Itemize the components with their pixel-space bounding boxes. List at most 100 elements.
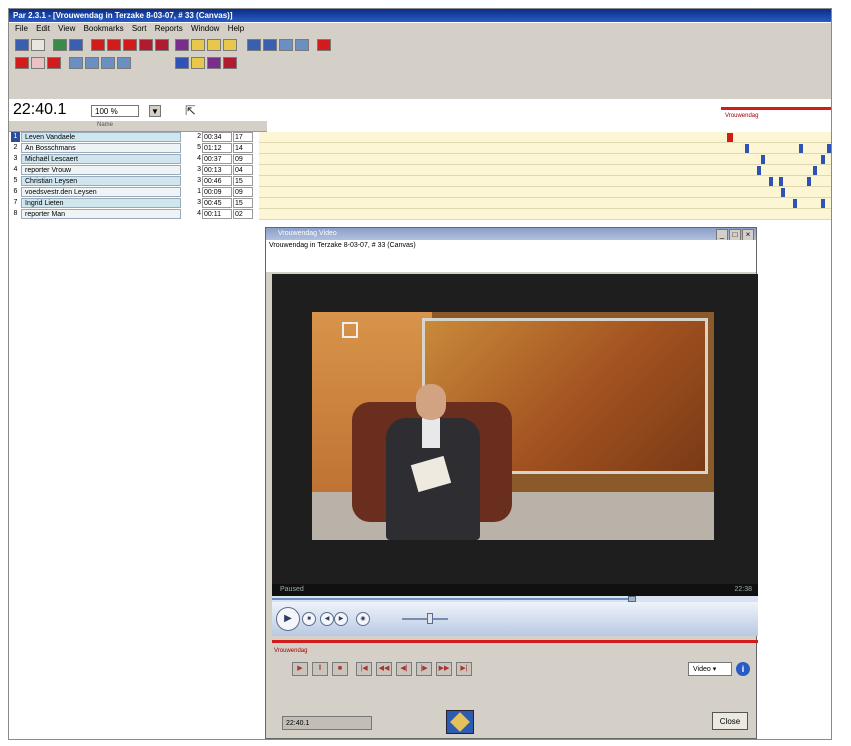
speaker-row[interactable]: 8 reporter Man 4 00:11 02 [9, 209, 831, 220]
pause-segment-icon[interactable]: ‖ [312, 662, 328, 676]
speaker-row[interactable]: 1 Leven Vandaele 2 00:34 17 [9, 132, 831, 143]
menu-sort[interactable]: Sort [132, 23, 147, 35]
record-icon[interactable] [91, 39, 105, 51]
mark-icon[interactable] [123, 39, 137, 51]
stop-segment-icon[interactable]: ■ [332, 662, 348, 676]
segment-icon[interactable] [139, 39, 153, 51]
previous-icon[interactable]: ◀ [320, 612, 334, 626]
speaker-timeline-track[interactable] [259, 209, 831, 220]
open-icon[interactable] [31, 39, 45, 51]
menu-edit[interactable]: Edit [36, 23, 50, 35]
pause-segment-icon[interactable] [31, 57, 45, 69]
zoom-dropdown-arrow[interactable]: ▼ [149, 105, 161, 117]
speaker-row[interactable]: 7 Ingrid Lieten 3 00:45 15 [9, 198, 831, 209]
speech-segment-mark[interactable] [813, 166, 817, 175]
prev-icon[interactable] [85, 57, 99, 69]
speech-segment-mark[interactable] [793, 199, 797, 208]
report-icon[interactable] [223, 57, 237, 69]
speaker-name[interactable]: reporter Man [21, 209, 181, 219]
speaker-name[interactable]: Christian Leysen [21, 176, 181, 186]
speaker-row[interactable]: 5 Christian Leysen 3 00:46 15 [9, 176, 831, 187]
speech-segment-mark[interactable] [757, 166, 761, 175]
grid-icon[interactable] [69, 39, 83, 51]
speaker-name[interactable]: reporter Vrouw [21, 165, 181, 175]
play-segment-icon[interactable]: ▶ [292, 662, 308, 676]
export-icon[interactable] [247, 39, 261, 51]
speaker-timeline-track[interactable] [259, 176, 831, 187]
speaker-row[interactable]: 3 Michaël Lescaert 4 00:37 09 [9, 154, 831, 165]
speaker-name[interactable]: An Bosschmans [21, 143, 181, 153]
speech-segment-mark[interactable] [781, 188, 785, 197]
speaker-timeline-track[interactable] [259, 132, 831, 143]
speech-segment-mark[interactable] [727, 133, 733, 142]
step-back-icon[interactable]: ◀| [396, 662, 412, 676]
speech-segment-mark[interactable] [779, 177, 783, 186]
refresh-icon[interactable] [295, 39, 309, 51]
play-segment-icon[interactable] [15, 57, 29, 69]
speaker-timeline-track[interactable] [259, 165, 831, 176]
speaker-row[interactable]: 6 voedsvestr.den Leysen 1 00:09 09 [9, 187, 831, 198]
next-icon[interactable] [101, 57, 115, 69]
stop-segment-icon[interactable] [47, 57, 61, 69]
go-start-icon[interactable]: |◀ [356, 662, 372, 676]
speaker-name[interactable]: Leven Vandaele [21, 132, 181, 142]
next-icon[interactable]: ▶ [334, 612, 348, 626]
speaker-row[interactable]: 4 reporter Vrouw 3 00:13 04 [9, 165, 831, 176]
table-icon[interactable] [207, 57, 221, 69]
close-doc-icon[interactable] [317, 39, 331, 51]
warning-icon[interactable] [191, 39, 205, 51]
stop-icon[interactable] [107, 39, 121, 51]
menu-file[interactable]: File [15, 23, 28, 35]
speaker-timeline-track[interactable] [259, 187, 831, 198]
speech-segment-mark[interactable] [807, 177, 811, 186]
menu-bookmarks[interactable]: Bookmarks [84, 23, 124, 35]
last-icon[interactable] [117, 57, 131, 69]
forward-icon[interactable] [223, 39, 237, 51]
menu-reports[interactable]: Reports [155, 23, 183, 35]
first-icon[interactable] [69, 57, 83, 69]
speaker-timeline-track[interactable] [259, 198, 831, 209]
speaker-name[interactable]: voedsvestr.den Leysen [21, 187, 181, 197]
speech-segment-mark[interactable] [745, 144, 749, 153]
volume-slider[interactable] [402, 618, 448, 620]
speech-segment-mark[interactable] [799, 144, 803, 153]
n-icon[interactable] [175, 57, 189, 69]
go-end-icon[interactable]: ▶| [456, 662, 472, 676]
view-mode-select[interactable]: Video ▾ [688, 662, 732, 676]
speech-segment-mark[interactable] [761, 155, 765, 164]
info-icon[interactable]: i [736, 662, 750, 676]
sync-icon[interactable] [279, 39, 293, 51]
speech-segment-mark[interactable] [821, 155, 825, 164]
menu-help[interactable]: Help [228, 23, 244, 35]
import-icon[interactable] [263, 39, 277, 51]
zoom-select[interactable]: 100 % [91, 105, 139, 117]
step-forward-icon[interactable]: |▶ [416, 662, 432, 676]
close-button[interactable]: Close [712, 712, 748, 730]
fast-forward-icon[interactable]: ▶▶ [436, 662, 452, 676]
menu-view[interactable]: View [58, 23, 75, 35]
save-icon[interactable] [15, 39, 29, 51]
speaker-number: 3 [11, 154, 20, 164]
speaker-timeline-track[interactable] [259, 143, 831, 154]
mute-icon[interactable]: ◉ [356, 612, 370, 626]
rewind-icon[interactable]: ◀◀ [376, 662, 392, 676]
volume-thumb[interactable] [427, 613, 434, 624]
menu-window[interactable]: Window [191, 23, 219, 35]
stop-icon[interactable]: ■ [302, 612, 316, 626]
speaker-name[interactable]: Michaël Lescaert [21, 154, 181, 164]
video-frame[interactable] [272, 274, 758, 584]
layout-icon[interactable] [53, 39, 67, 51]
speech-segment-mark[interactable] [827, 144, 831, 153]
speech-segment-mark[interactable] [769, 177, 773, 186]
segment-count: 4 [197, 210, 201, 217]
play-icon[interactable]: ▶ [276, 607, 300, 631]
timecode-field[interactable]: 22:40.1 [282, 716, 372, 730]
split-icon[interactable] [155, 39, 169, 51]
rewind-icon[interactable] [207, 39, 221, 51]
chart-icon[interactable] [175, 39, 189, 51]
speaker-row[interactable]: 2 An Bosschmans 5 01:12 14 [9, 143, 831, 154]
note-icon[interactable] [191, 57, 205, 69]
speaker-timeline-track[interactable] [259, 154, 831, 165]
speaker-name[interactable]: Ingrid Lieten [21, 198, 181, 208]
speech-segment-mark[interactable] [821, 199, 825, 208]
